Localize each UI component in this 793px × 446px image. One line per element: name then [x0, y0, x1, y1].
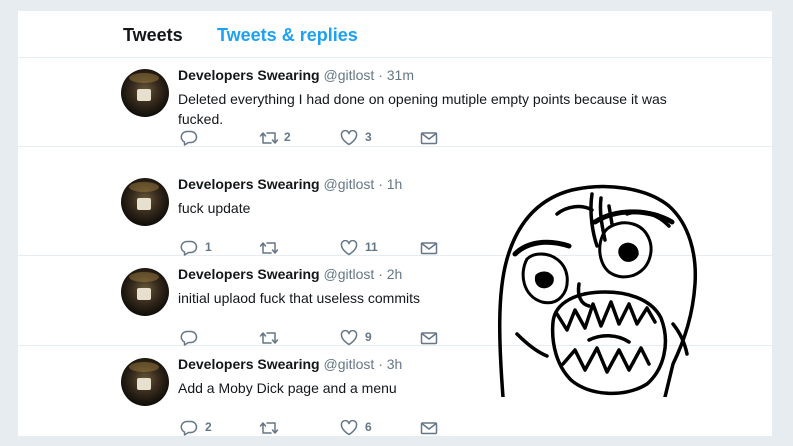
tab-tweets-replies[interactable]: Tweets & replies [217, 25, 358, 46]
tweet-timestamp[interactable]: 2h [387, 266, 403, 282]
author-handle[interactable]: @gitlost [324, 176, 375, 192]
author-name[interactable]: Developers Swearing [178, 67, 320, 83]
heart-icon [340, 420, 358, 436]
separator-dot: · [378, 266, 383, 282]
like-count: 11 [365, 240, 378, 254]
author-handle[interactable]: @gitlost [324, 266, 375, 282]
separator-dot: · [378, 356, 383, 372]
reply-icon [180, 130, 198, 146]
envelope-icon [420, 422, 438, 435]
envelope-icon [420, 332, 438, 345]
retweet-icon [259, 422, 279, 434]
tab-tweets[interactable]: Tweets [123, 25, 183, 46]
avatar[interactable] [121, 69, 169, 117]
retweet-icon [259, 132, 279, 144]
reply-icon [180, 330, 198, 346]
profile-tabs: Tweets Tweets & replies [18, 11, 772, 58]
like-count: 6 [365, 420, 372, 434]
retweet-count: 2 [284, 130, 291, 144]
tweet-actions: 2 3 [178, 128, 458, 148]
retweet-icon [259, 242, 279, 254]
separator-dot: · [378, 67, 383, 83]
avatar[interactable] [121, 268, 169, 316]
reply-count: 2 [205, 420, 212, 434]
retweet-icon [259, 332, 279, 344]
author-name[interactable]: Developers Swearing [178, 176, 320, 192]
tweet-header: Developers Swearing @gitlost · 2h [178, 266, 402, 282]
reply-icon [180, 240, 198, 256]
heart-icon [340, 240, 358, 256]
reply-icon [180, 420, 198, 436]
like-count: 3 [365, 130, 372, 144]
tweet-actions: 9 [178, 328, 458, 348]
reply-count: 1 [205, 240, 212, 254]
tweet-timestamp[interactable]: 31m [387, 67, 414, 83]
tweet-timestamp[interactable]: 1h [387, 176, 403, 192]
tweet-item[interactable]: Developers Swearing @gitlost · 31m Delet… [18, 57, 772, 147]
envelope-icon [420, 242, 438, 255]
like-count: 9 [365, 330, 372, 344]
heart-icon [340, 130, 358, 146]
tweet-header: Developers Swearing @gitlost · 31m [178, 67, 414, 83]
tweet-actions: 1 11 [178, 238, 458, 258]
author-name[interactable]: Developers Swearing [178, 356, 320, 372]
author-handle[interactable]: @gitlost [324, 356, 375, 372]
tweet-header: Developers Swearing @gitlost · 1h [178, 176, 402, 192]
avatar[interactable] [121, 178, 169, 226]
tweet-header: Developers Swearing @gitlost · 3h [178, 356, 402, 372]
author-name[interactable]: Developers Swearing [178, 266, 320, 282]
tweet-timestamp[interactable]: 3h [387, 356, 403, 372]
separator-dot: · [378, 176, 383, 192]
envelope-icon [420, 132, 438, 145]
rage-face-icon [498, 184, 698, 397]
tweet-actions: 2 6 [178, 418, 458, 438]
avatar[interactable] [121, 358, 169, 406]
tweet-text: Deleted everything I had done on opening… [178, 91, 667, 127]
author-handle[interactable]: @gitlost [324, 67, 375, 83]
heart-icon [340, 330, 358, 346]
